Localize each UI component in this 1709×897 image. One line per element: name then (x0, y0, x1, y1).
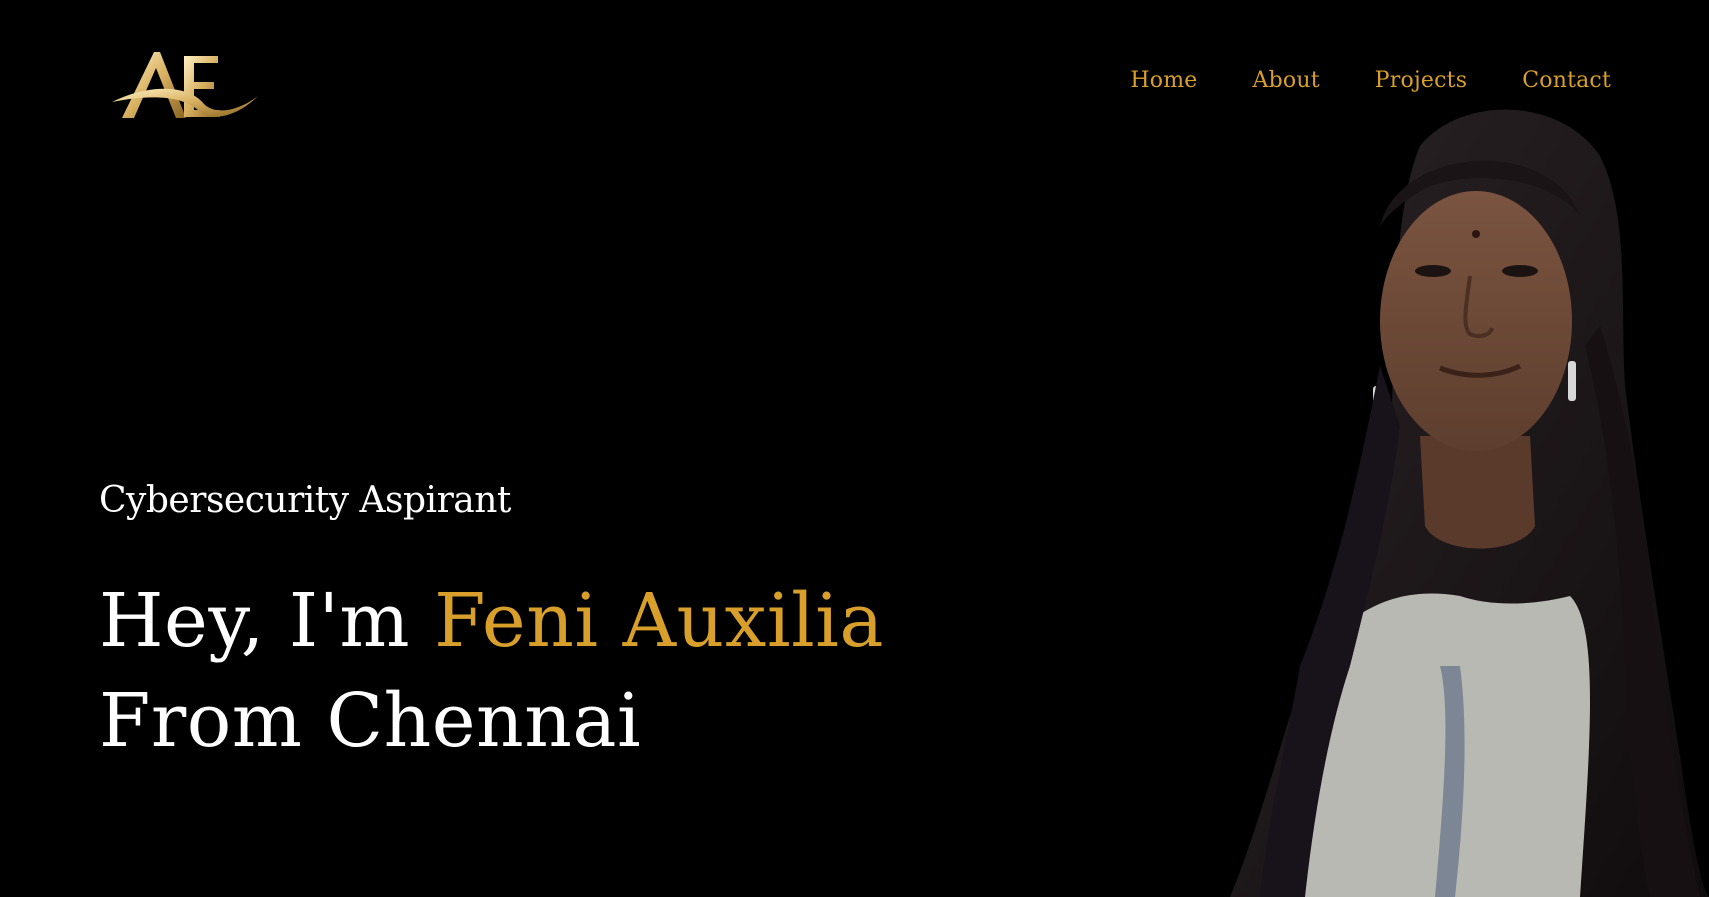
main-nav: Home About Projects Contact (1130, 68, 1611, 93)
nav-home-link[interactable]: Home (1130, 68, 1197, 93)
nav-about-link[interactable]: About (1253, 68, 1320, 93)
hero-heading: Hey, I'm Feni Auxilia From Chennai (99, 571, 884, 771)
hero-greeting: Hey, I'm (99, 578, 435, 664)
hero-role: Cybersecurity Aspirant (99, 480, 511, 521)
hero-name: Feni Auxilia (434, 578, 885, 664)
hero-section: Cybersecurity Aspirant Hey, I'm Feni Aux… (99, 480, 884, 771)
nav-projects-link[interactable]: Projects (1375, 68, 1467, 93)
ae-logo[interactable] (108, 44, 264, 124)
hero-location: From Chennai (99, 678, 642, 764)
portrait-photo (1230, 109, 1709, 897)
nav-contact-link[interactable]: Contact (1522, 68, 1611, 93)
